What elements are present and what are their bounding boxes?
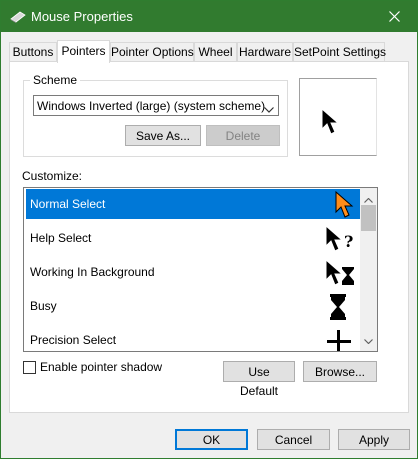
svg-text:?: ? xyxy=(344,232,353,251)
pointer-shadow-label[interactable]: Enable pointer shadow xyxy=(40,360,162,374)
list-item-label: Help Select xyxy=(30,231,92,245)
pointer-preview xyxy=(299,78,377,156)
pointer-list[interactable]: Normal Select Help Select ? Working In B… xyxy=(23,187,378,352)
list-item-precision-select[interactable]: Precision Select xyxy=(26,325,360,351)
window-title: Mouse Properties xyxy=(31,9,133,24)
browse-button[interactable]: Browse... xyxy=(303,361,377,382)
list-item-label: Busy xyxy=(30,299,57,313)
scheme-group: Scheme Windows Inverted (large) (system … xyxy=(23,73,288,157)
tab-setpoint-settings[interactable]: SetPoint Settings xyxy=(293,42,386,61)
tab-pointer-options[interactable]: Pointer Options xyxy=(110,42,194,61)
working-pointer-icon xyxy=(325,258,355,290)
list-item-busy[interactable]: Busy xyxy=(26,291,360,321)
crosshair-icon xyxy=(326,329,352,351)
tab-wheel[interactable]: Wheel xyxy=(194,42,237,61)
pointers-tab-panel: Scheme Windows Inverted (large) (system … xyxy=(9,61,409,413)
list-item-label: Working In Background xyxy=(30,265,155,279)
list-item-help-select[interactable]: Help Select ? xyxy=(26,223,360,253)
arrow-pointer-icon xyxy=(321,107,341,139)
scheme-dropdown[interactable]: Windows Inverted (large) (system scheme) xyxy=(33,95,279,116)
save-as-button[interactable]: Save As... xyxy=(125,125,201,146)
help-pointer-icon: ? xyxy=(325,224,355,256)
tab-strip: Buttons Pointers Pointer Options Wheel H… xyxy=(1,40,417,63)
scroll-thumb[interactable] xyxy=(361,205,376,231)
scroll-down-icon[interactable] xyxy=(364,333,373,347)
tab-pointers[interactable]: Pointers xyxy=(57,40,110,63)
list-item-normal-select[interactable]: Normal Select xyxy=(26,189,360,219)
tab-buttons[interactable]: Buttons xyxy=(9,42,57,61)
arrow-pointer-icon xyxy=(335,190,355,222)
title-bar[interactable]: Mouse Properties xyxy=(1,1,417,32)
close-icon xyxy=(388,11,400,22)
close-button[interactable] xyxy=(371,1,417,32)
mouse-properties-window: Mouse Properties Buttons Pointers Pointe… xyxy=(0,0,418,459)
cancel-button[interactable]: Cancel xyxy=(257,429,330,450)
list-item-working-in-background[interactable]: Working In Background xyxy=(26,257,360,287)
scheme-label: Scheme xyxy=(30,73,81,87)
use-default-button[interactable]: Use Default xyxy=(223,361,295,398)
pointer-shadow-checkbox[interactable] xyxy=(23,361,36,374)
chevron-down-icon xyxy=(264,102,274,116)
apply-button[interactable]: Apply xyxy=(338,429,410,450)
list-scrollbar[interactable] xyxy=(360,188,377,351)
hourglass-icon xyxy=(328,293,348,324)
scroll-up-icon[interactable] xyxy=(364,192,373,206)
list-item-label: Precision Select xyxy=(30,333,117,347)
ok-button[interactable]: OK xyxy=(175,429,248,450)
tab-hardware[interactable]: Hardware xyxy=(237,42,293,61)
mouse-app-icon xyxy=(10,11,26,26)
list-item-label: Normal Select xyxy=(30,197,106,211)
scheme-selected-value: Windows Inverted (large) (system scheme) xyxy=(37,99,266,113)
delete-button[interactable]: Delete xyxy=(206,125,280,146)
customize-label: Customize: xyxy=(22,169,83,183)
